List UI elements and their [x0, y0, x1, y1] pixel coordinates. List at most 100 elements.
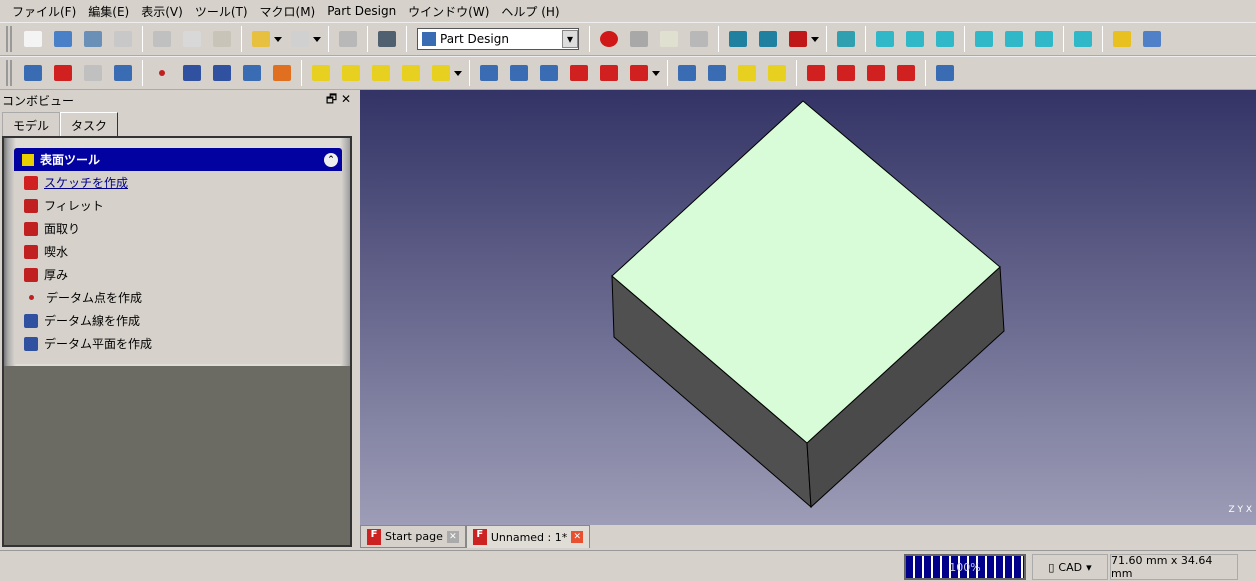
macro-record-icon[interactable] — [597, 27, 621, 51]
pad-icon[interactable] — [309, 61, 333, 85]
map-sketch-icon[interactable] — [111, 61, 135, 85]
group-icon[interactable] — [1140, 27, 1164, 51]
menu-item[interactable]: ファイル(F) — [6, 3, 82, 20]
fit-selection-icon[interactable] — [756, 27, 780, 51]
task-item-datum-plane[interactable]: データム平面を作成 — [14, 332, 342, 355]
menu-item[interactable]: ウインドウ(W) — [402, 3, 495, 20]
box-model[interactable] — [360, 90, 1256, 525]
validate-sketch-icon[interactable] — [81, 61, 105, 85]
view-bottom-icon[interactable] — [1002, 27, 1026, 51]
pocket-icon[interactable] — [477, 61, 501, 85]
toolbar-grip[interactable] — [6, 60, 12, 86]
task-item-datum-line[interactable]: データム線を作成 — [14, 309, 342, 332]
subtractive-pipe-icon[interactable] — [597, 61, 621, 85]
task-item-draft[interactable]: 喫水 — [14, 240, 342, 263]
task-item-label: データム点を作成 — [46, 291, 143, 305]
tab-model[interactable]: モデル — [2, 112, 61, 136]
redo-icon[interactable] — [288, 27, 312, 51]
open-icon[interactable] — [51, 27, 75, 51]
subtractive-loft-icon[interactable] — [567, 61, 591, 85]
tab-start-page[interactable]: F Start page ✕ — [360, 525, 466, 548]
dropdown-arrow-icon[interactable] — [313, 36, 321, 42]
toolbar-separator — [406, 26, 407, 52]
task-item-datum-point[interactable]: データム点を作成 — [14, 286, 342, 309]
view-right-icon[interactable] — [933, 27, 957, 51]
view-top-icon[interactable] — [903, 27, 927, 51]
print-icon[interactable] — [111, 27, 135, 51]
chamfer-icon[interactable] — [834, 61, 858, 85]
dropdown-arrow-icon[interactable] — [454, 70, 462, 76]
workbench-selector[interactable]: Part Design ▾ — [417, 28, 579, 50]
multi-transform-icon[interactable] — [765, 61, 789, 85]
paste-icon[interactable] — [210, 27, 234, 51]
toolbar-grip[interactable] — [6, 26, 12, 52]
refresh-icon[interactable] — [336, 27, 360, 51]
draft-icon[interactable] — [864, 61, 888, 85]
part-icon[interactable] — [1110, 27, 1134, 51]
macro-stop-icon[interactable] — [627, 27, 651, 51]
create-body-icon[interactable] — [21, 61, 45, 85]
task-item-thickness[interactable]: 厚み — [14, 263, 342, 286]
macro-edit-icon[interactable] — [657, 27, 681, 51]
datum-line-icon[interactable] — [180, 61, 204, 85]
whats-this-icon[interactable] — [375, 27, 399, 51]
menu-item[interactable]: 編集(E) — [82, 3, 135, 20]
fillet-icon[interactable] — [804, 61, 828, 85]
additive-loft-icon[interactable] — [369, 61, 393, 85]
save-icon[interactable] — [81, 27, 105, 51]
menu-item[interactable]: マクロ(M) — [254, 3, 322, 20]
tab-unnamed[interactable]: F Unnamed : 1* ✕ — [465, 525, 591, 548]
create-sketch-icon[interactable] — [51, 61, 75, 85]
clone-icon[interactable] — [270, 61, 294, 85]
tab-task[interactable]: タスク — [60, 112, 119, 136]
task-item-fillet[interactable]: フィレット — [14, 194, 342, 217]
task-item-create-sketch[interactable]: スケッチを作成 — [14, 171, 342, 194]
menu-item[interactable]: 表示(V) — [135, 3, 189, 20]
revolution-icon[interactable] — [339, 61, 363, 85]
mirrored-icon[interactable] — [675, 61, 699, 85]
boolean-icon[interactable] — [933, 61, 957, 85]
view-rear-icon[interactable] — [972, 27, 996, 51]
measure-icon[interactable] — [1071, 27, 1095, 51]
linear-pattern-icon[interactable] — [705, 61, 729, 85]
dropdown-arrow-icon[interactable] — [274, 36, 282, 42]
datum-plane-icon[interactable] — [210, 61, 234, 85]
view-isometric-icon[interactable] — [834, 27, 858, 51]
close-icon[interactable]: ✕ — [341, 92, 351, 106]
task-item-label[interactable]: スケッチを作成 — [44, 174, 128, 191]
dropdown-arrow-icon[interactable] — [652, 70, 660, 76]
subtractive-primitive-icon[interactable] — [627, 61, 651, 85]
dropdown-arrow-icon[interactable] — [811, 36, 819, 42]
new-document-icon[interactable] — [21, 27, 45, 51]
thickness-icon[interactable] — [894, 61, 918, 85]
close-tab-icon[interactable]: ✕ — [446, 530, 459, 543]
cut-icon[interactable] — [150, 27, 174, 51]
shape-binder-icon[interactable] — [240, 61, 264, 85]
collapse-icon[interactable]: ⌃ — [324, 152, 338, 167]
fit-all-icon[interactable] — [726, 27, 750, 51]
macro-run-icon[interactable] — [687, 27, 711, 51]
datum-point-icon[interactable] — [150, 61, 174, 85]
navigation-style-button[interactable]: ▯ CAD ▾ — [1032, 554, 1108, 580]
view-left-icon[interactable] — [1032, 27, 1056, 51]
toolbar-separator — [667, 60, 668, 86]
copy-icon[interactable] — [180, 27, 204, 51]
float-icon[interactable]: 🗗 — [326, 92, 337, 106]
menu-item[interactable]: ヘルプ (H) — [495, 3, 565, 20]
dropdown-icon[interactable]: ▾ — [562, 30, 578, 48]
toolbar-separator — [142, 60, 143, 86]
draw-style-icon[interactable] — [786, 27, 810, 51]
polar-pattern-icon[interactable] — [735, 61, 759, 85]
view-front-icon[interactable] — [873, 27, 897, 51]
groove-icon[interactable] — [537, 61, 561, 85]
task-item-chamfer[interactable]: 面取り — [14, 217, 342, 240]
toolbar-separator — [826, 26, 827, 52]
menu-item[interactable]: ツール(T) — [189, 3, 254, 20]
undo-icon[interactable] — [249, 27, 273, 51]
close-tab-icon[interactable]: ✕ — [571, 531, 584, 543]
additive-pipe-icon[interactable] — [399, 61, 423, 85]
hole-icon[interactable] — [507, 61, 531, 85]
3d-viewport[interactable]: Z Y X — [360, 90, 1256, 525]
additive-primitive-icon[interactable] — [429, 61, 453, 85]
menu-item[interactable]: Part Design — [321, 4, 402, 18]
